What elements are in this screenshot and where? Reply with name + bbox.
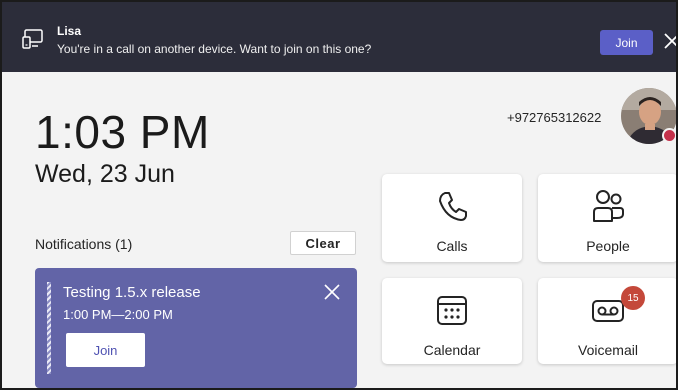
tile-voicemail[interactable]: 15 Voicemail [538, 278, 676, 364]
current-time: 1:03 PM [35, 106, 210, 158]
people-icon [593, 190, 624, 222]
meeting-subject: Testing 1.5.x release [63, 284, 201, 301]
notifications-heading: Notifications (1) [35, 236, 133, 252]
meeting-time-range: 1:00 PM—2:00 PM [63, 307, 173, 322]
close-icon[interactable] [664, 33, 678, 49]
tile-calendar[interactable]: Calendar [382, 278, 522, 364]
meeting-join-button[interactable]: Join [66, 333, 145, 367]
caller-name: Lisa [57, 24, 82, 38]
calendar-icon [437, 296, 467, 325]
tile-people[interactable]: People [538, 174, 676, 262]
dismiss-notification-icon[interactable] [324, 284, 340, 300]
meeting-accent-bar [47, 282, 51, 374]
tile-voicemail-label: Voicemail [578, 342, 638, 358]
banner-message: You're in a call on another device. Want… [57, 42, 372, 56]
phone-icon [439, 192, 467, 221]
tile-calls-label: Calls [436, 238, 468, 254]
meeting-notification-card[interactable]: Testing 1.5.x release 1:00 PM—2:00 PM Jo… [35, 268, 357, 388]
tile-calendar-label: Calendar [423, 342, 481, 358]
tile-calls[interactable]: Calls [382, 174, 522, 262]
clear-notifications-button[interactable]: Clear [290, 231, 356, 255]
tile-people-label: People [586, 238, 630, 254]
current-date: Wed, 23 Jun [35, 160, 175, 188]
device-home-screen: Lisa You're in a call on another device.… [0, 0, 678, 390]
voicemail-count-badge: 15 [621, 286, 645, 310]
device-transfer-icon [22, 29, 43, 49]
presence-busy-icon [662, 128, 676, 143]
banner-join-button[interactable]: Join [600, 30, 653, 55]
user-phone-number: +972765312622 [507, 110, 602, 125]
call-transfer-banner: Lisa You're in a call on another device.… [2, 2, 676, 72]
